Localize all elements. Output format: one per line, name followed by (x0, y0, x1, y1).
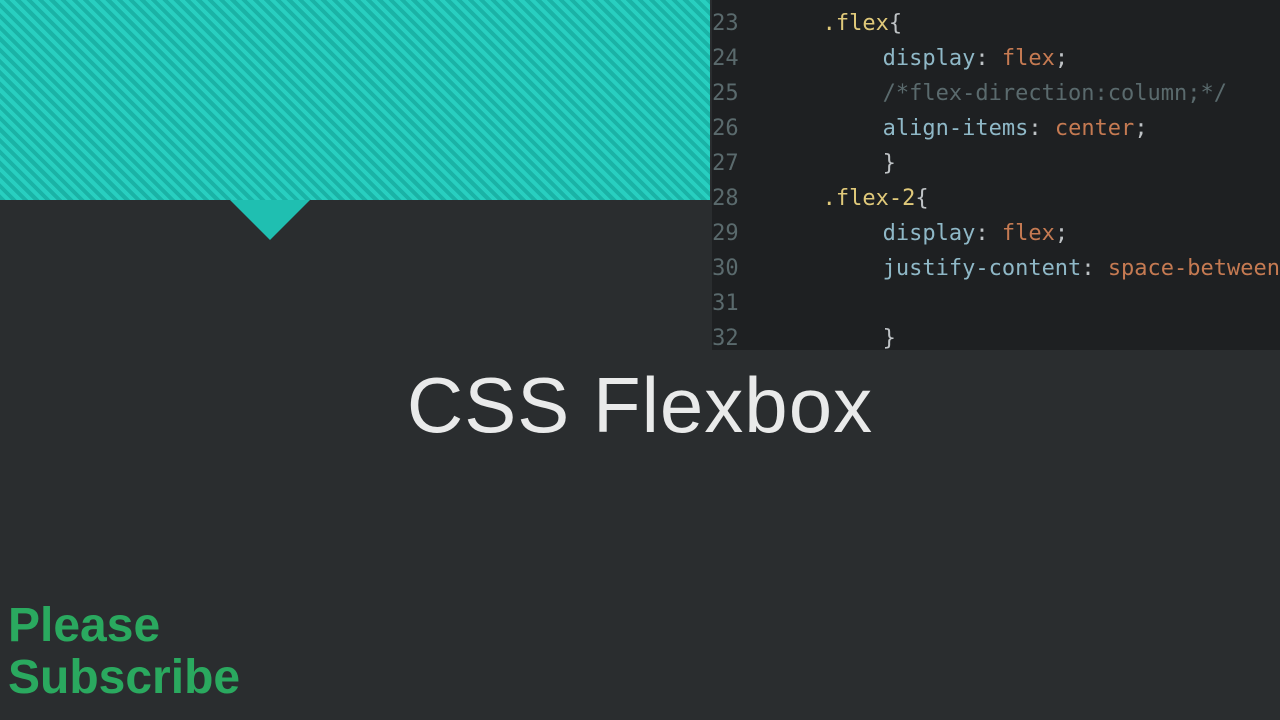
token-prop: display (883, 46, 976, 71)
token-prop: justify-content (883, 256, 1082, 281)
line-number: 30 (712, 251, 753, 286)
token-punc: : (975, 221, 1002, 246)
token-sel: .flex-2 (823, 186, 916, 211)
code-line[interactable]: } (763, 321, 1280, 350)
token-punc: } (883, 326, 896, 350)
token-punc: : (1028, 116, 1055, 141)
line-number-gutter: 23242526272829303132 (712, 0, 753, 350)
code-line[interactable]: display: flex; (763, 41, 1280, 76)
token-prop: align-items (883, 116, 1029, 141)
line-number: 24 (712, 41, 753, 76)
token-cmt: /*flex-direction:column;*/ (883, 81, 1227, 106)
token-val: flex (1002, 221, 1055, 246)
token-prop: display (883, 221, 976, 246)
code-line[interactable]: align-items: center; (763, 111, 1280, 146)
code-area[interactable]: .flex{display: flex;/*flex-direction:col… (753, 0, 1280, 350)
code-line[interactable]: /*flex-direction:column;*/ (763, 76, 1280, 111)
token-sel: .flex (823, 11, 889, 36)
token-punc: ; (1134, 116, 1147, 141)
subscribe-line-2: Subscribe (8, 652, 240, 704)
token-punc: : (1081, 256, 1108, 281)
line-number: 32 (712, 321, 753, 350)
token-punc: } (883, 151, 896, 176)
token-val: space-between (1108, 256, 1280, 281)
code-line[interactable]: display: flex; (763, 216, 1280, 251)
subscribe-line-1: Please (8, 600, 240, 652)
subscribe-callout: Please Subscribe (8, 600, 240, 704)
slide-title: CSS Flexbox (0, 360, 1280, 451)
line-number: 31 (712, 286, 753, 321)
token-punc: { (915, 186, 928, 211)
code-line[interactable] (763, 286, 1280, 321)
line-number: 26 (712, 111, 753, 146)
line-number: 25 (712, 76, 753, 111)
token-val: flex (1002, 46, 1055, 71)
token-val: center (1055, 116, 1134, 141)
code-line[interactable]: .flex{ (763, 6, 1280, 41)
code-line[interactable]: } (763, 146, 1280, 181)
token-punc: : (975, 46, 1002, 71)
decorative-banner-tail (230, 200, 310, 240)
line-number: 27 (712, 146, 753, 181)
token-punc: ; (1055, 221, 1068, 246)
line-number: 29 (712, 216, 753, 251)
token-punc: ; (1055, 46, 1068, 71)
code-line[interactable]: .flex-2{ (763, 181, 1280, 216)
decorative-banner (0, 0, 710, 200)
code-editor[interactable]: 23242526272829303132 .flex{display: flex… (712, 0, 1280, 350)
line-number: 23 (712, 6, 753, 41)
code-line[interactable]: justify-content: space-between (763, 251, 1280, 286)
line-number: 28 (712, 181, 753, 216)
token-punc: { (889, 11, 902, 36)
